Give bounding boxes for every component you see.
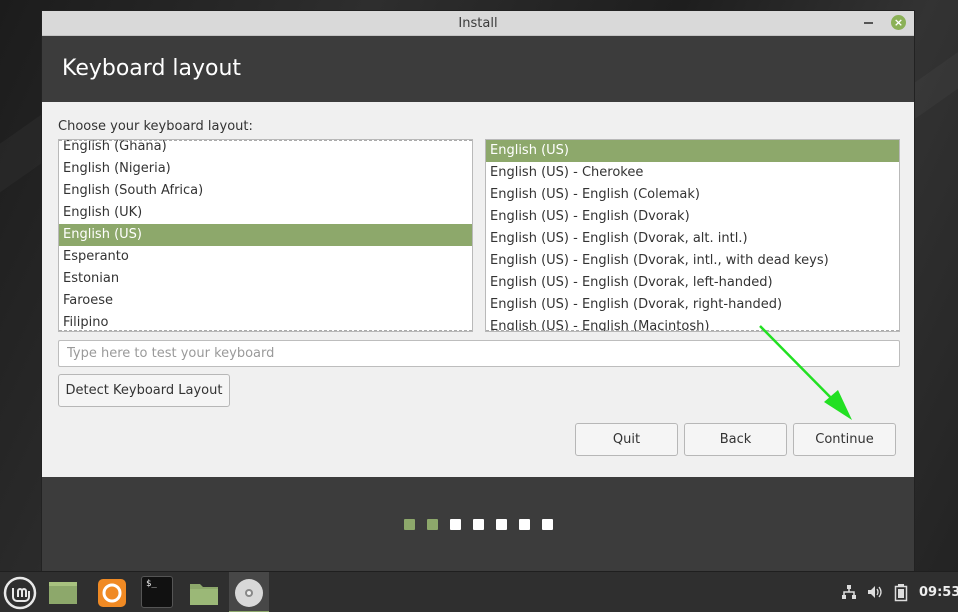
variant-list-item[interactable]: English (US) - English (Dvorak, left-han… — [486, 272, 899, 294]
variant-list-item[interactable]: English (US) — [486, 140, 899, 162]
page-header: Keyboard layout — [42, 36, 914, 102]
detect-keyboard-layout-button[interactable]: Detect Keyboard Layout — [58, 374, 230, 407]
variant-list-item[interactable]: English (US) - English (Dvorak, right-ha… — [486, 294, 899, 316]
layout-list-item[interactable]: English (US) — [59, 224, 472, 246]
step-dot — [404, 519, 415, 530]
keyboard-test-input[interactable] — [58, 340, 900, 367]
layout-prompt-label: Choose your keyboard layout: — [58, 119, 253, 134]
quit-button[interactable]: Quit — [575, 423, 678, 456]
network-icon[interactable] — [841, 584, 857, 600]
progress-footer — [42, 477, 914, 572]
variant-list-item[interactable]: English (US) - English (Dvorak, alt. int… — [486, 228, 899, 250]
page-title: Keyboard layout — [62, 56, 242, 81]
layout-list-item[interactable]: Estonian — [59, 268, 472, 290]
battery-icon[interactable] — [894, 584, 908, 602]
list-scroll-edge — [59, 140, 472, 141]
list-scroll-edge — [486, 330, 899, 331]
layout-list-item[interactable]: English (Nigeria) — [59, 158, 472, 180]
layout-list-item[interactable]: English (South Africa) — [59, 180, 472, 202]
step-dot — [473, 519, 484, 530]
variant-list-item[interactable]: English (US) - English (Dvorak) — [486, 206, 899, 228]
show-desktop-icon[interactable] — [46, 576, 80, 610]
step-dot — [427, 519, 438, 530]
layout-list-item[interactable]: Filipino — [59, 312, 472, 331]
layout-list[interactable]: English (Ghana) English (Nigeria) English … — [58, 139, 473, 332]
variant-list-item[interactable]: English (US) - English (Colemak) — [486, 184, 899, 206]
clock[interactable]: 09:53 — [919, 585, 958, 600]
main-content: Choose your keyboard layout: English (Gh… — [42, 102, 914, 477]
step-dot — [519, 519, 530, 530]
terminal-icon[interactable]: $_ — [141, 576, 173, 608]
step-dot — [542, 519, 553, 530]
layout-list-item[interactable]: Faroese — [59, 290, 472, 312]
variant-list[interactable]: English (US) English (US) - Cherokee Engli… — [485, 139, 900, 332]
installer-window: Install × Keyboard layout Choose your ke… — [41, 10, 915, 572]
step-dot — [496, 519, 507, 530]
taskbar: $_ 09:53 — [0, 571, 958, 612]
mint-menu-icon[interactable] — [3, 576, 37, 610]
minimize-icon[interactable] — [864, 22, 873, 24]
variant-list-item[interactable]: English (US) - English (Dvorak, intl., w… — [486, 250, 899, 272]
window-titlebar[interactable]: Install × — [42, 11, 914, 36]
installer-disc-icon[interactable] — [232, 576, 266, 610]
terminal-prompt-glyph: $_ — [146, 579, 157, 589]
layout-list-item[interactable]: English (Ghana) — [59, 140, 472, 158]
list-scroll-edge — [59, 330, 472, 331]
firefox-icon[interactable] — [95, 576, 129, 610]
close-icon[interactable]: × — [891, 15, 906, 30]
layout-list-item[interactable]: Esperanto — [59, 246, 472, 268]
step-dot — [450, 519, 461, 530]
continue-button[interactable]: Continue — [793, 423, 896, 456]
window-title: Install — [458, 16, 498, 31]
layout-list-item[interactable]: English (UK) — [59, 202, 472, 224]
back-button[interactable]: Back — [684, 423, 787, 456]
volume-icon[interactable] — [867, 584, 883, 600]
variant-list-item[interactable]: English (US) - Cherokee — [486, 162, 899, 184]
files-icon[interactable] — [187, 576, 221, 610]
